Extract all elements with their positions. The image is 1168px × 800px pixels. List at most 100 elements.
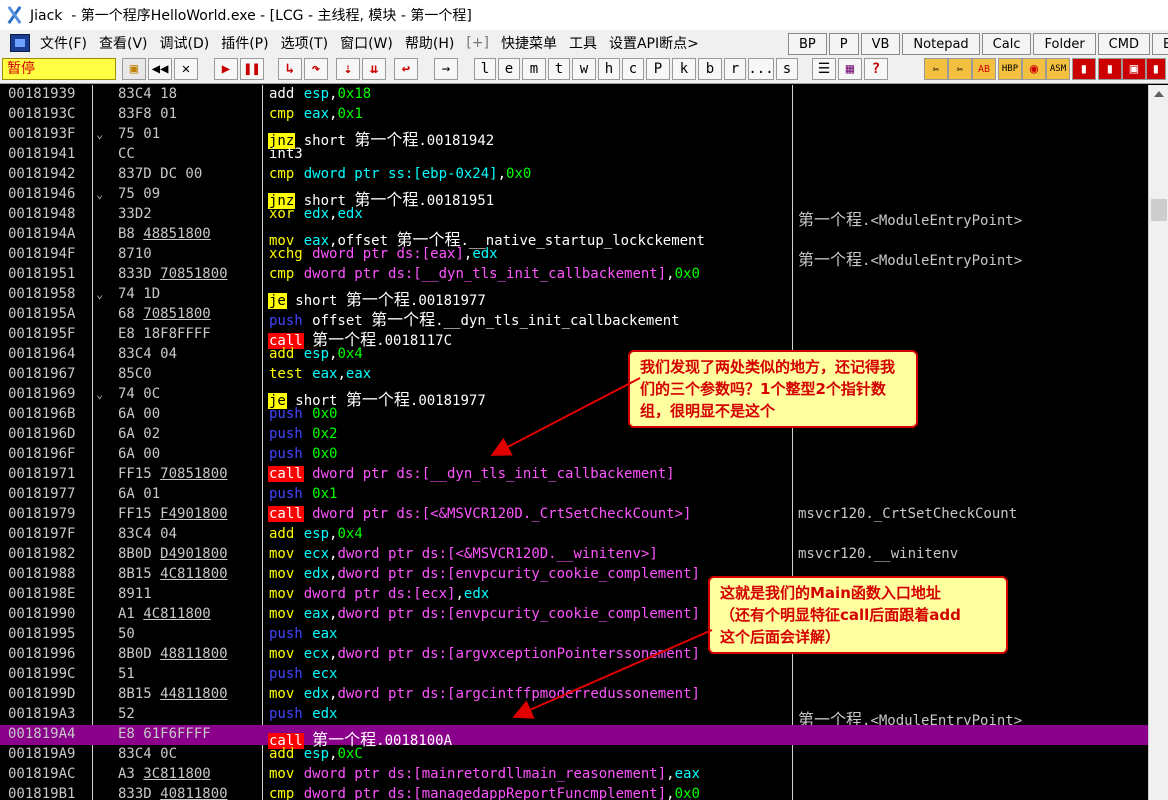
disasm-row[interactable]: 0018193C 83F8 01 cmp eax,0x1: [0, 105, 1148, 125]
disasm-row[interactable]: 001819A3 52 push edx 第一个程.<ModuleEntryPoint…: [0, 705, 1148, 729]
jump-marker-icon: ⌄: [96, 127, 104, 141]
plugin-icon-6[interactable]: ▮: [1146, 58, 1166, 80]
plugin-icon-5[interactable]: ▣: [1122, 58, 1146, 80]
plugin-icon-3[interactable]: ▮: [1072, 58, 1096, 80]
disasm-row[interactable]: 0018199C 51 push ecx: [0, 665, 1148, 685]
references-button[interactable]: r: [724, 58, 746, 80]
plugin-icon-1[interactable]: ✂: [924, 58, 948, 80]
hex-bytes-cell: 74 1D: [118, 286, 161, 302]
disasm-row[interactable]: 00181982 8B0D D4901800 mov ecx,dword ptr d…: [0, 545, 1148, 565]
disasm-row[interactable]: 001819AC A3 3C811800 mov dword ptr ds:[mai…: [0, 765, 1148, 785]
plugin-icon-4[interactable]: ▮: [1098, 58, 1122, 80]
mnemonic: push: [269, 666, 303, 682]
breakpoints-button[interactable]: b: [698, 58, 722, 80]
scroll-thumb[interactable]: [1151, 199, 1167, 221]
quick-p-button[interactable]: P: [828, 33, 859, 55]
step-into-icon[interactable]: ↳: [278, 58, 302, 80]
menu-debug[interactable]: 调试(D): [156, 33, 218, 53]
open-icon[interactable]: ▣: [122, 58, 146, 80]
threads-button[interactable]: t: [548, 58, 570, 80]
disasm-row[interactable]: 00181979 FF15 F4901800 call dword ptr ds:[…: [0, 505, 1148, 525]
source-button[interactable]: s: [776, 58, 798, 80]
disasm-row[interactable]: 0018196B 6A 00 push 0x0: [0, 405, 1148, 425]
quick-folder-button[interactable]: Folder: [1033, 33, 1096, 55]
disasm-row[interactable]: 0018197F 83C4 04 add esp,0x4: [0, 525, 1148, 545]
grid-icon[interactable]: ▦: [838, 58, 862, 80]
close-icon[interactable]: ✕: [174, 58, 198, 80]
disasm-row[interactable]: 0018194A B8 48851800 mov eax,offset 第一个程._…: [0, 225, 1148, 249]
log-window-button[interactable]: l: [474, 58, 496, 80]
handles-button[interactable]: h: [598, 58, 620, 80]
menu-help[interactable]: 帮助(H): [401, 33, 462, 53]
cpu-button[interactable]: c: [622, 58, 644, 80]
disasm-row[interactable]: 00181969 ⌄ 74 0C je short 第一个程.00181977: [0, 385, 1148, 409]
restart-icon[interactable]: ◀◀: [148, 58, 172, 80]
step-over-icon[interactable]: ↷: [304, 58, 328, 80]
menu-file[interactable]: 文件(F): [36, 33, 95, 53]
disasm-row[interactable]: 00181964 83C4 04 add esp,0x4: [0, 345, 1148, 365]
executable-modules-button[interactable]: e: [498, 58, 520, 80]
help-icon[interactable]: ?: [864, 58, 888, 80]
pause-icon[interactable]: ❚❚: [240, 58, 264, 80]
instruction-cell: add esp,0x4: [269, 346, 363, 362]
ab-icon[interactable]: AB: [972, 58, 996, 80]
scroll-up-icon[interactable]: [1154, 91, 1164, 97]
disasm-row[interactable]: 00181941 CC int3: [0, 145, 1148, 165]
menu-view[interactable]: 查看(V): [95, 33, 156, 53]
run-icon[interactable]: ▶: [214, 58, 238, 80]
debugger-logo-icon[interactable]: [10, 34, 30, 52]
quick-vb-button[interactable]: VB: [860, 33, 901, 55]
disasm-row[interactable]: 00181951 833D 70851800 cmp dword ptr ds:[_…: [0, 265, 1148, 285]
disasm-row[interactable]: 00181948 33D2 xor edx,edx 第一个程.<ModuleEntry…: [0, 205, 1148, 229]
disasm-row[interactable]: 00181939 83C4 18 add esp,0x18: [0, 85, 1148, 105]
list-icon[interactable]: ☰: [812, 58, 836, 80]
hbp-icon[interactable]: HBP: [998, 58, 1022, 80]
address-cell: 0018193C: [8, 106, 76, 122]
disasm-row[interactable]: 001819B1 833D 40811800 cmp dword ptr ds:[m…: [0, 785, 1148, 800]
disasm-row[interactable]: 00181971 FF15 70851800 call dword ptr ds:[…: [0, 465, 1148, 485]
trace-into-icon[interactable]: ⇣: [336, 58, 360, 80]
disasm-row[interactable]: 0018195F E8 18F8FFFF call 第一个程.0018117C: [0, 325, 1148, 349]
asm-icon[interactable]: ASM: [1046, 58, 1070, 80]
quick-calc-button[interactable]: Calc: [981, 33, 1032, 55]
disasm-row[interactable]: 00181942 837D DC 00 cmp dword ptr ss:[ebp-…: [0, 165, 1148, 185]
run-trace-button[interactable]: ...: [748, 58, 774, 80]
call-stack-button[interactable]: k: [672, 58, 696, 80]
disasm-row[interactable]: 00181967 85C0 test eax,eax: [0, 365, 1148, 385]
mnemonic: add: [269, 346, 295, 362]
target-icon[interactable]: ◉: [1022, 58, 1046, 80]
vertical-scrollbar[interactable]: [1148, 85, 1168, 800]
plugin-icon-2[interactable]: ✂: [948, 58, 972, 80]
hex-bytes-cell: 6A 00: [118, 446, 161, 462]
execute-till-return-icon[interactable]: ↩: [394, 58, 418, 80]
disasm-row[interactable]: 001819A4 E8 61F6FFFF call 第一个程.0018100A: [0, 725, 1148, 749]
disassembly-pane[interactable]: 00181939 83C4 18 add esp,0x18 0018193C 83F8 …: [0, 85, 1148, 800]
disasm-row[interactable]: 0018196D 6A 02 push 0x2: [0, 425, 1148, 445]
menu-plus[interactable]: [+]: [462, 35, 497, 51]
disasm-row[interactable]: 0018194F 8710 xchg dword ptr ds:[eax],edx 第…: [0, 245, 1148, 269]
quick-bp-button[interactable]: BP: [788, 33, 827, 55]
menu-api-breakpoint[interactable]: 设置API断点>: [605, 33, 707, 53]
quick-notepad-button[interactable]: Notepad: [902, 33, 980, 55]
trace-over-icon[interactable]: ⇊: [362, 58, 386, 80]
goto-icon[interactable]: →: [434, 58, 458, 80]
menu-plugins[interactable]: 插件(P): [217, 33, 276, 53]
windows-button[interactable]: w: [572, 58, 596, 80]
quick-e-button[interactable]: E: [1151, 33, 1168, 55]
disasm-row[interactable]: 00181946 ⌄ 75 09 jnz short 第一个程.00181951: [0, 185, 1148, 209]
disasm-row[interactable]: 0018195A 68 70851800 push offset 第一个程.__dy…: [0, 305, 1148, 329]
disasm-row[interactable]: 001819A9 83C4 0C add esp,0xC: [0, 745, 1148, 765]
memory-map-button[interactable]: m: [522, 58, 546, 80]
menu-tools[interactable]: 工具: [565, 33, 605, 53]
disasm-row[interactable]: 00181977 6A 01 push 0x1: [0, 485, 1148, 505]
disasm-row[interactable]: 00181958 ⌄ 74 1D je short 第一个程.00181977: [0, 285, 1148, 309]
disasm-row[interactable]: 0018196F 6A 00 push 0x0: [0, 445, 1148, 465]
quick-cmd-button[interactable]: CMD: [1097, 33, 1150, 55]
menu-options[interactable]: 选项(T): [277, 33, 336, 53]
menu-quick[interactable]: 快捷菜单: [497, 33, 565, 53]
disasm-row[interactable]: 0018199D 8B15 44811800 mov edx,dword ptr d…: [0, 685, 1148, 705]
menu-window[interactable]: 窗口(W): [336, 33, 401, 53]
patches-button[interactable]: P: [646, 58, 670, 80]
instruction-cell: mov ecx,dword ptr ds:[argvxceptionPointe…: [269, 646, 700, 662]
disasm-row[interactable]: 0018193F ⌄ 75 01 jnz short 第一个程.00181942: [0, 125, 1148, 149]
